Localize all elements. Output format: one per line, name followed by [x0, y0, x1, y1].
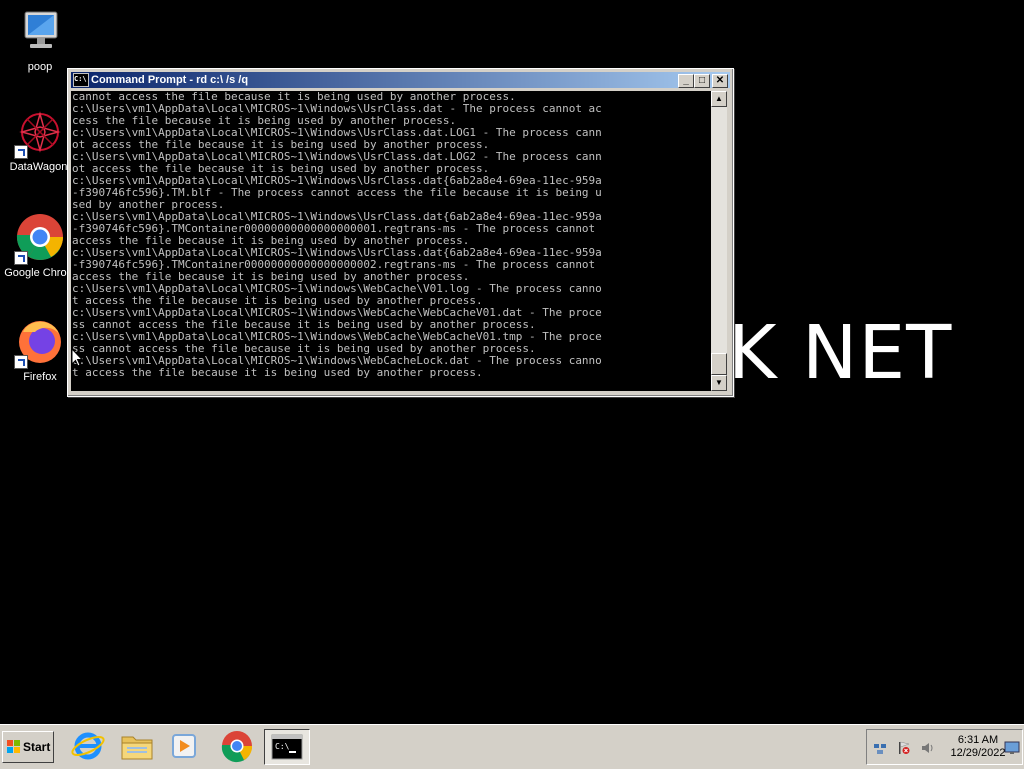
console-output[interactable]: cannot access the file because it is bei…	[71, 91, 711, 391]
maximize-button[interactable]: □	[694, 74, 710, 88]
svg-text:C:\: C:\	[275, 742, 290, 751]
close-button[interactable]: ✕	[712, 74, 728, 88]
network-icon[interactable]	[873, 741, 887, 755]
scroll-up-button[interactable]: ▲	[711, 91, 727, 107]
desktop-icon-computer[interactable]: poop	[0, 8, 80, 73]
taskbar-command-prompt[interactable]: C:\	[264, 729, 310, 765]
window-titlebar[interactable]: C:\ Command Prompt - rd c:\ /s /q _ □ ✕	[71, 72, 730, 88]
command-prompt-icon: C:\	[73, 73, 89, 87]
clock-time: 6:31 AM	[957, 734, 999, 746]
taskbar-chrome[interactable]	[217, 729, 257, 763]
file-explorer-icon	[121, 736, 153, 760]
vertical-scrollbar[interactable]: ▲ ▼	[711, 91, 727, 391]
minimize-button[interactable]: _	[678, 74, 694, 88]
chrome-icon	[221, 731, 253, 763]
window-title: Command Prompt - rd c:\ /s /q	[91, 74, 249, 86]
system-tray: 6:31 AM 12/29/2022	[866, 729, 1023, 765]
start-label: Start	[23, 740, 51, 754]
windows-flag-icon	[7, 740, 21, 754]
console-text: cannot access the file because it is bei…	[72, 91, 602, 379]
mouse-cursor-icon	[71, 348, 83, 367]
volume-icon[interactable]	[921, 741, 935, 755]
taskbar: Start C:\ 6:31 AM 12/29/2022	[0, 724, 1024, 769]
shortcut-arrow-icon	[14, 251, 28, 265]
command-prompt-icon: C:\	[271, 734, 303, 760]
start-button[interactable]: Start	[2, 731, 54, 763]
taskbar-media-player[interactable]	[165, 729, 205, 763]
shortcut-arrow-icon	[14, 355, 28, 369]
internet-explorer-icon	[71, 732, 105, 760]
scroll-thumb[interactable]	[711, 353, 727, 375]
clock-date: 12/29/2022	[950, 747, 1006, 759]
action-center-flag-icon[interactable]	[897, 741, 911, 755]
command-prompt-window[interactable]: C:\ Command Prompt - rd c:\ /s /q _ □ ✕ …	[67, 68, 734, 397]
media-player-icon	[172, 734, 196, 758]
scroll-down-button[interactable]: ▼	[711, 375, 727, 391]
shortcut-arrow-icon	[14, 145, 28, 159]
computer-icon	[24, 11, 58, 48]
taskbar-internet-explorer[interactable]	[68, 729, 108, 763]
clock[interactable]: 6:31 AM 12/29/2022	[943, 734, 1013, 760]
wallpaper-text: K NET	[728, 310, 953, 396]
show-desktop-icon[interactable]	[1004, 741, 1020, 755]
taskbar-file-explorer[interactable]	[117, 729, 157, 763]
